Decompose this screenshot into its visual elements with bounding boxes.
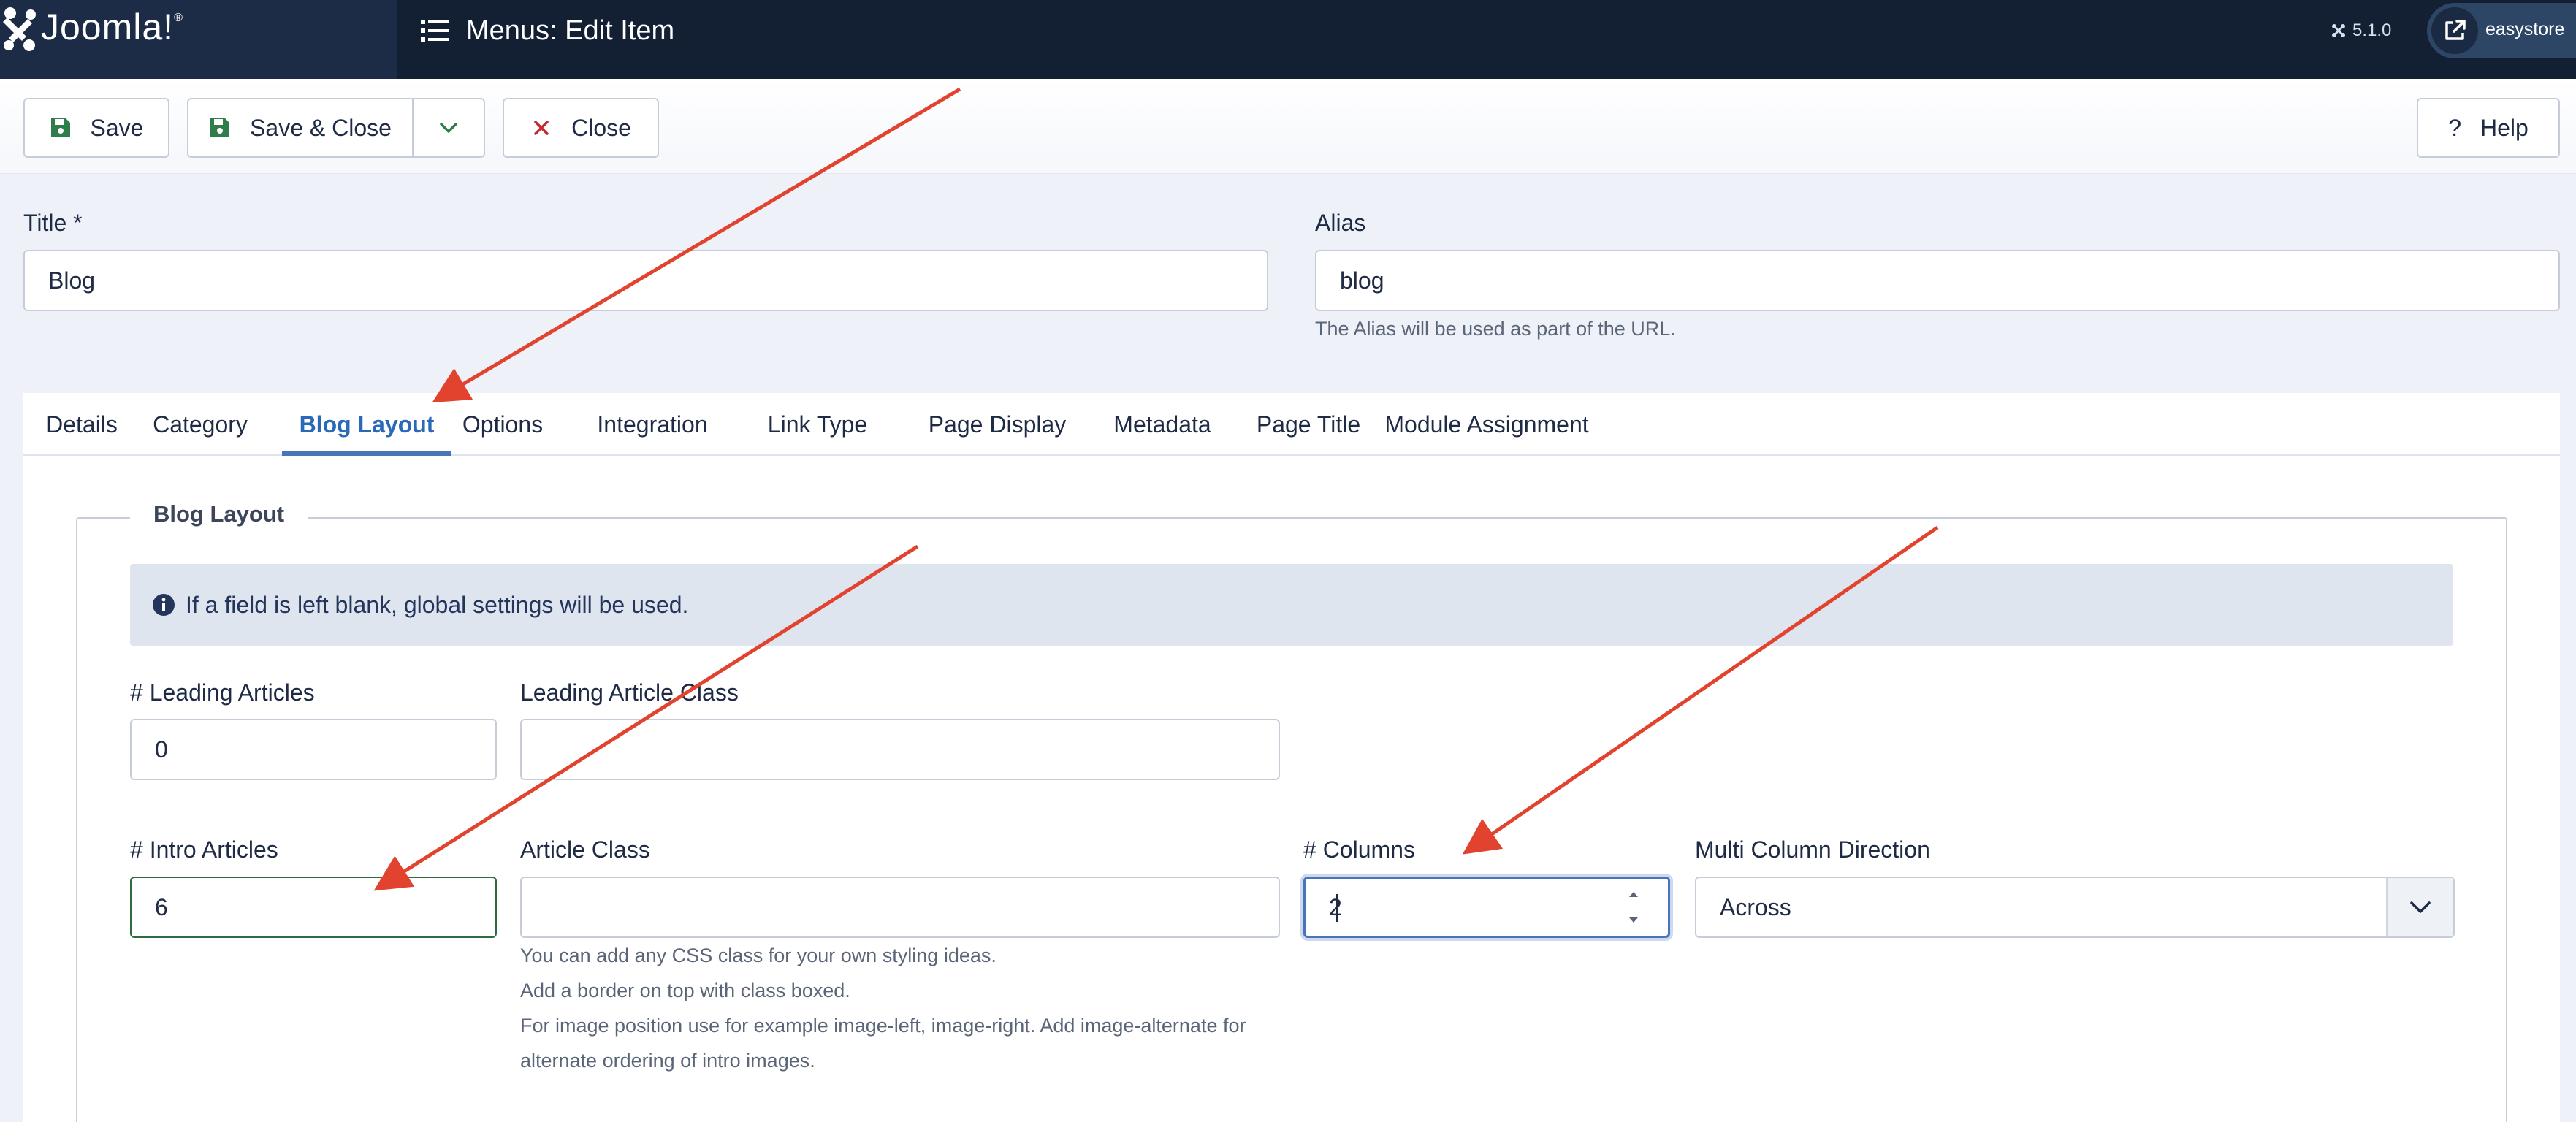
page-title: Menus: Edit Item: [466, 15, 675, 46]
save-icon: [50, 118, 70, 137]
fieldset-legend: Blog Layout: [130, 501, 308, 527]
site-name: easystore: [2485, 19, 2565, 39]
save-button[interactable]: Save: [23, 98, 169, 158]
joomla-logo-icon: [3, 7, 36, 51]
tab-integration[interactable]: Integration: [577, 393, 728, 456]
alias-label: Alias: [1315, 210, 1366, 236]
spin-up-icon[interactable]: [1628, 890, 1639, 898]
tab-page-display[interactable]: Page Display: [902, 393, 1093, 456]
close-label: Close: [571, 114, 631, 141]
joomla-small-icon: [2332, 24, 2345, 37]
save-close-button[interactable]: Save & Close: [187, 98, 414, 158]
tab-module-assignment[interactable]: Module Assignment: [1366, 393, 1607, 456]
intro-articles-label: # Intro Articles: [130, 836, 278, 863]
columns-label: # Columns: [1303, 836, 1415, 863]
article-class-hint-1: You can add any CSS class for your own s…: [520, 944, 997, 966]
help-label: Help: [2480, 114, 2529, 141]
external-link-icon: [2431, 7, 2478, 54]
info-alert: If a field is left blank, global setting…: [130, 564, 2453, 646]
leading-class-label: Leading Article Class: [520, 679, 739, 706]
alias-input[interactable]: [1315, 250, 2560, 311]
tab-category[interactable]: Category: [140, 393, 260, 456]
tab-blog-layout[interactable]: Blog Layout: [282, 393, 451, 456]
columns-input[interactable]: [1303, 877, 1670, 938]
tab-options[interactable]: Options: [451, 393, 554, 456]
chevron-down-icon: [440, 123, 457, 133]
direction-select[interactable]: Across: [1695, 877, 2455, 938]
article-class-hint-2: Add a border on top with class boxed.: [520, 980, 850, 1001]
article-class-hint-3: For image position use for example image…: [520, 1015, 1246, 1037]
version-badge: 5.1.0: [2331, 16, 2391, 45]
joomla-logo[interactable]: Joomla!®: [0, 0, 397, 79]
number-spinner[interactable]: [1623, 890, 1644, 925]
app-header: Joomla!® Menus: Edit Item 5.1.0 easystor…: [0, 0, 2576, 79]
intro-articles-input[interactable]: [130, 877, 497, 938]
title-input[interactable]: [23, 250, 1268, 311]
logo-text: Joomla!®: [41, 7, 183, 47]
save-icon: [210, 118, 230, 137]
alias-hint: The Alias will be used as part of the UR…: [1315, 318, 1676, 340]
question-icon: ?: [2448, 114, 2461, 141]
save-label: Save: [90, 114, 144, 141]
article-class-input[interactable]: [520, 877, 1280, 938]
spin-down-icon[interactable]: [1628, 916, 1639, 925]
title-label: Title *: [23, 210, 83, 236]
close-button[interactable]: Close: [503, 98, 659, 158]
article-class-label: Article Class: [520, 836, 650, 863]
save-close-label: Save & Close: [250, 114, 392, 141]
tab-link-type[interactable]: Link Type: [748, 393, 887, 456]
site-link-button[interactable]: easystore: [2427, 3, 2576, 58]
leading-articles-input[interactable]: [130, 719, 497, 780]
tab-details[interactable]: Details: [23, 393, 140, 456]
alert-text: If a field is left blank, global setting…: [186, 591, 689, 618]
help-button[interactable]: ? Help: [2417, 98, 2560, 158]
list-icon: [421, 20, 449, 42]
version-text: 5.1.0: [2352, 20, 2392, 40]
tab-metadata[interactable]: Metadata: [1087, 393, 1238, 456]
text-caret: [1336, 894, 1338, 922]
direction-label: Multi Column Direction: [1695, 836, 1930, 863]
page-heading: Menus: Edit Item: [421, 10, 674, 51]
info-icon: [153, 594, 175, 616]
leading-class-input[interactable]: [520, 719, 1280, 780]
tab-page-title[interactable]: Page Title: [1227, 393, 1390, 456]
save-options-dropdown[interactable]: [412, 98, 485, 158]
direction-value: Across: [1720, 893, 1791, 920]
select-chevron[interactable]: [2386, 878, 2453, 936]
tab-bar: Details Category Blog Layout Options Int…: [23, 393, 2560, 456]
leading-articles-label: # Leading Articles: [130, 679, 315, 706]
article-class-hint-4: alternate ordering of intro images.: [520, 1050, 815, 1072]
close-icon: [534, 121, 549, 135]
toolbar: Save Save & Close Close ? Help: [0, 79, 2576, 174]
chevron-down-icon: [2410, 901, 2431, 913]
